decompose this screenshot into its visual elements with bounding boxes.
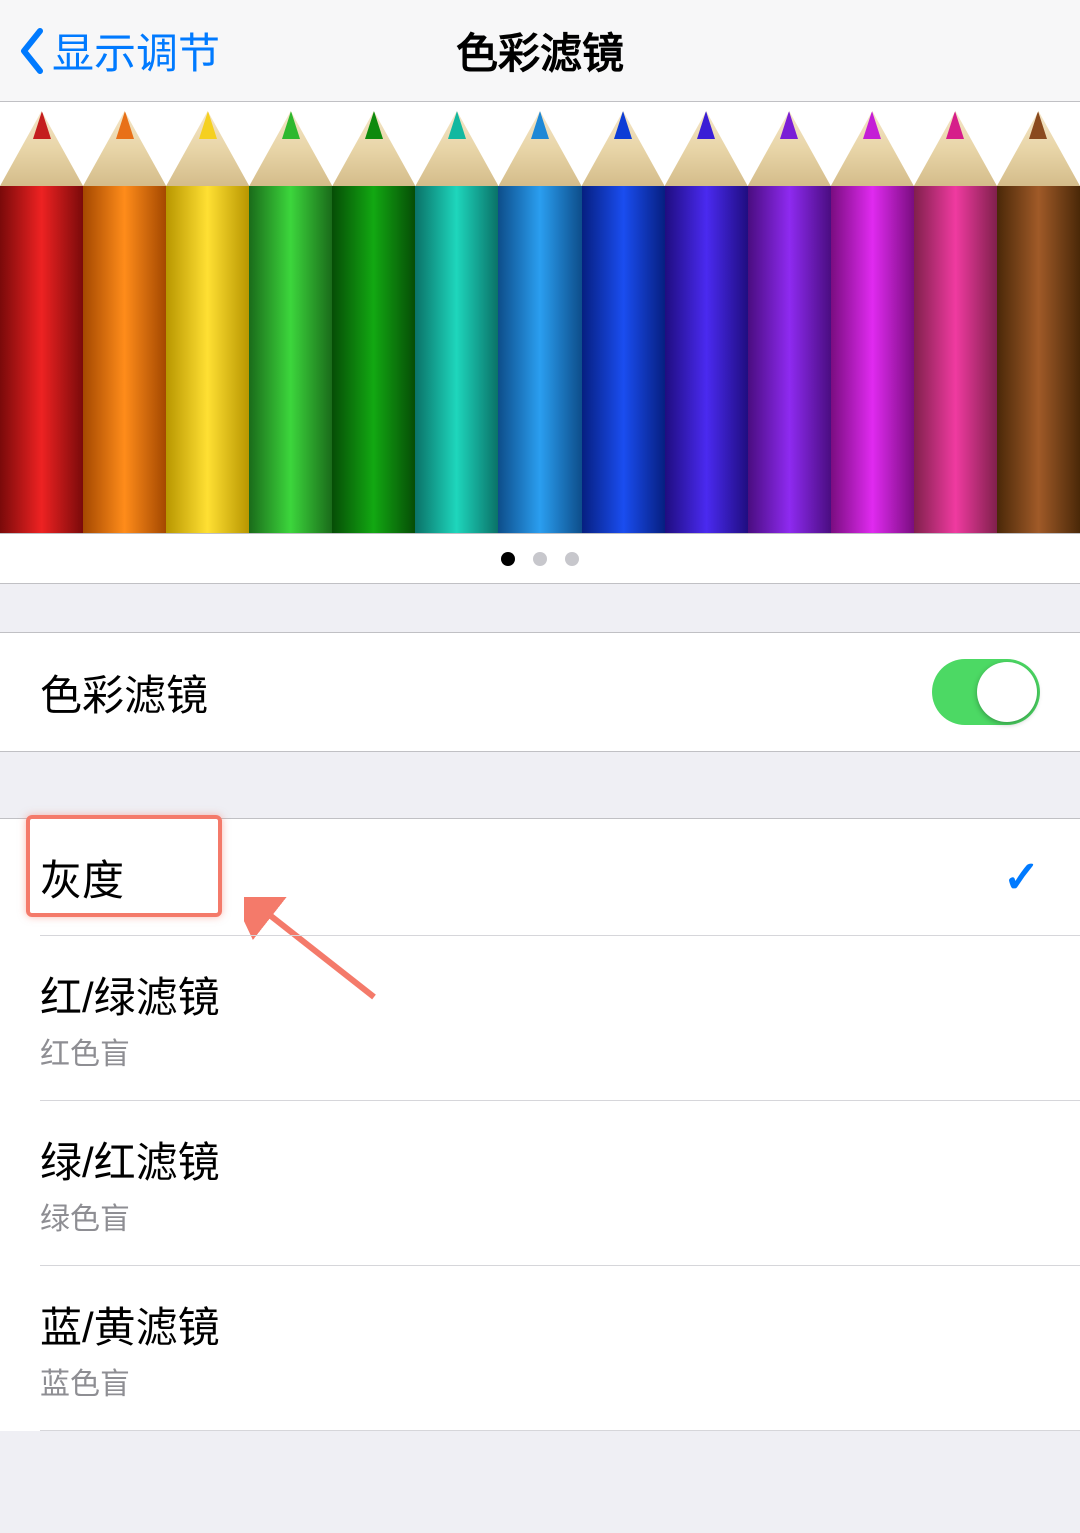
- page-dot[interactable]: [501, 552, 515, 566]
- pencil-icon: [748, 112, 831, 533]
- option-subtitle: 蓝色盲: [40, 1359, 220, 1403]
- toggle-label: 色彩滤镜: [40, 662, 208, 723]
- option-subtitle: 红色盲: [40, 1029, 220, 1073]
- section-spacer: [0, 752, 1080, 818]
- color-filter-toggle[interactable]: [932, 659, 1040, 725]
- toggle-knob: [977, 662, 1037, 722]
- option-title: 红/绿滤镜: [40, 964, 220, 1025]
- pencil-icon: [997, 112, 1080, 533]
- back-button[interactable]: 显示调节: [0, 20, 220, 81]
- page-dot[interactable]: [565, 552, 579, 566]
- page-title: 色彩滤镜: [456, 20, 624, 81]
- chevron-left-icon: [18, 27, 46, 75]
- pencil-icon: [0, 112, 83, 533]
- pencil-icon: [914, 112, 997, 533]
- pencil-icon: [166, 112, 249, 533]
- pencil-icon: [332, 112, 415, 533]
- filter-option-row[interactable]: 绿/红滤镜绿色盲: [0, 1101, 1080, 1266]
- color-filter-toggle-row: 色彩滤镜: [0, 632, 1080, 752]
- checkmark-icon: ✓: [1003, 852, 1040, 903]
- pencil-icon: [83, 112, 166, 533]
- pencil-icon: [665, 112, 748, 533]
- pencil-icon: [415, 112, 498, 533]
- option-title: 灰度: [40, 847, 124, 908]
- pencil-icon: [498, 112, 581, 533]
- pencil-icon: [831, 112, 914, 533]
- back-label: 显示调节: [52, 20, 220, 81]
- page-dot[interactable]: [533, 552, 547, 566]
- pencils-illustration: [0, 112, 1080, 533]
- filter-option-row[interactable]: 红/绿滤镜红色盲: [0, 936, 1080, 1101]
- option-subtitle: 绿色盲: [40, 1194, 220, 1238]
- page-indicator[interactable]: [0, 534, 1080, 584]
- filter-option-row[interactable]: 蓝/黄滤镜蓝色盲: [0, 1266, 1080, 1431]
- filter-option-row[interactable]: 灰度 ✓: [0, 819, 1080, 936]
- pencil-icon: [249, 112, 332, 533]
- section-spacer: [0, 584, 1080, 632]
- nav-header: 显示调节 色彩滤镜: [0, 0, 1080, 102]
- option-title: 蓝/黄滤镜: [40, 1294, 220, 1355]
- filter-preview-carousel[interactable]: [0, 102, 1080, 534]
- pencil-icon: [582, 112, 665, 533]
- filter-options-list: 灰度✓红/绿滤镜红色盲绿/红滤镜绿色盲蓝/黄滤镜蓝色盲: [0, 818, 1080, 1431]
- option-title: 绿/红滤镜: [40, 1129, 220, 1190]
